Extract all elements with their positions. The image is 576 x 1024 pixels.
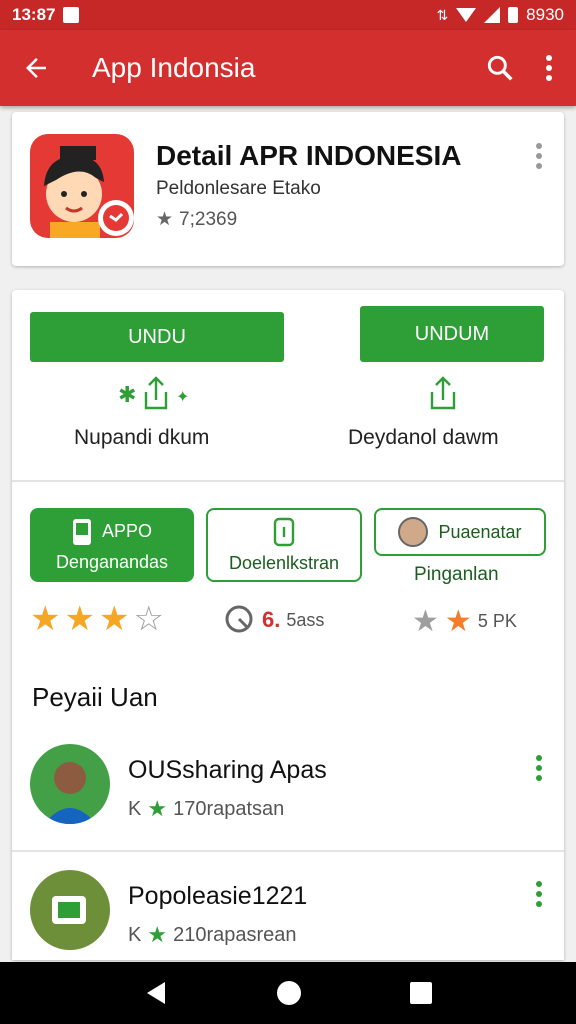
download-label-left: Nupandi dkum <box>74 426 210 449</box>
item-title: OUSsharing Apas <box>128 756 327 784</box>
item-title: Popoleasie1221 <box>128 882 308 910</box>
app-subtitle: Peldonlesare Etako <box>156 178 321 199</box>
app-rating: ★ 7;2369 <box>156 208 237 231</box>
chip-3-label: Puaenatar <box>438 521 522 542</box>
app-header-card: Detail APR INDONESIA Peldonlesare Etako … <box>12 112 564 266</box>
chip-1-line1: APPO <box>101 521 153 541</box>
stat-mid: 6. 5ass <box>224 604 324 636</box>
clock-icon <box>225 605 253 633</box>
vibrate-icon: ⇅ <box>436 6 449 23</box>
back-button[interactable] <box>0 53 72 83</box>
star-icon: ★ <box>147 796 168 821</box>
app-icon <box>30 134 134 238</box>
status-bar: 13:87 ⇅ 8930 <box>0 0 576 30</box>
download-label-right: Deydanol dawm <box>348 426 499 449</box>
item-subtitle: K ★ 170rapatsan <box>128 796 284 822</box>
stat-mid-red: 6. <box>262 607 281 632</box>
wifi-icon <box>456 8 477 22</box>
chip-caption: Pinganlan <box>414 564 499 585</box>
category-chip-1[interactable]: APPO Denganandas <box>30 508 194 582</box>
svg-text:✱: ✱ <box>118 382 136 407</box>
device-icon <box>273 517 295 546</box>
main-card: UNDU UNDUM ✱ ✦ Nupandi dkum Deydanol daw… <box>12 290 564 960</box>
phone-icon <box>72 518 91 545</box>
notification-icon <box>63 7 80 23</box>
star-outline-icon: ☆ <box>133 600 164 638</box>
item-count: 210rapasrean <box>173 923 297 946</box>
more-vert-icon[interactable] <box>534 880 544 908</box>
arrow-left-icon <box>26 58 46 78</box>
star-icon: ★ <box>147 922 168 947</box>
stat-right: ★ ★ 5 PK <box>412 604 517 639</box>
chip-2-label: Doelenlkstran <box>228 552 340 573</box>
star-icon: ★ <box>156 209 174 230</box>
star-icon: ★ <box>64 600 95 638</box>
category-chip-3[interactable]: Puaenatar <box>374 508 546 556</box>
category-chip-2[interactable]: Doelenlkstran <box>206 508 362 582</box>
chip-1-line2: Denganandas <box>55 551 169 572</box>
star-icon: ★ <box>444 605 472 638</box>
battery-level: 8930 <box>526 5 564 24</box>
app-bar-title: App Indonsia <box>92 52 256 83</box>
item-subtitle: K ★ 210rapasrean <box>128 922 297 948</box>
share-icon[interactable] <box>424 374 464 412</box>
nav-recents-icon[interactable] <box>409 981 433 1005</box>
system-nav-bar <box>0 962 576 1024</box>
star-icon: ★ <box>98 600 130 638</box>
download-button-left[interactable]: UNDU <box>30 312 284 362</box>
app-bar: App Indonsia <box>0 30 576 106</box>
star-icon: ★ <box>412 605 439 638</box>
star-icon: ★ <box>30 600 61 638</box>
avatar <box>398 517 429 547</box>
app-title: Detail APR INDONESIA <box>156 140 462 171</box>
divider <box>12 480 564 482</box>
battery-icon <box>508 7 519 23</box>
item-prefix: K <box>128 923 142 946</box>
item-prefix: K <box>128 797 142 820</box>
more-vert-icon[interactable] <box>534 142 544 170</box>
status-time: 13:87 <box>12 5 56 24</box>
star-rating[interactable]: ★ ★ ★ ☆ <box>30 602 164 636</box>
svg-text:✦: ✦ <box>176 389 189 406</box>
list-item[interactable]: Popoleasie1221 K ★ 210rapasrean <box>12 856 564 974</box>
app-rating-value: 7;2369 <box>179 208 238 230</box>
more-vert-icon[interactable] <box>534 754 544 782</box>
avatar <box>30 744 110 824</box>
download-button-right[interactable]: UNDUM <box>360 306 544 362</box>
section-title: Peyaii Uan <box>32 682 158 712</box>
share-icon[interactable]: ✱ ✦ <box>114 374 194 412</box>
search-icon[interactable] <box>484 52 516 84</box>
list-item[interactable]: OUSsharing Apas K ★ 170rapatsan <box>12 730 564 848</box>
nav-back-icon[interactable] <box>143 980 169 1006</box>
stat-mid-value: 5ass <box>286 609 325 630</box>
avatar <box>30 870 110 950</box>
signal-icon <box>484 7 501 23</box>
divider <box>12 850 564 852</box>
more-vert-icon[interactable] <box>544 54 554 82</box>
stat-right-value: 5 PK <box>477 611 517 631</box>
nav-home-icon[interactable] <box>276 980 302 1006</box>
item-count: 170rapatsan <box>173 797 285 820</box>
